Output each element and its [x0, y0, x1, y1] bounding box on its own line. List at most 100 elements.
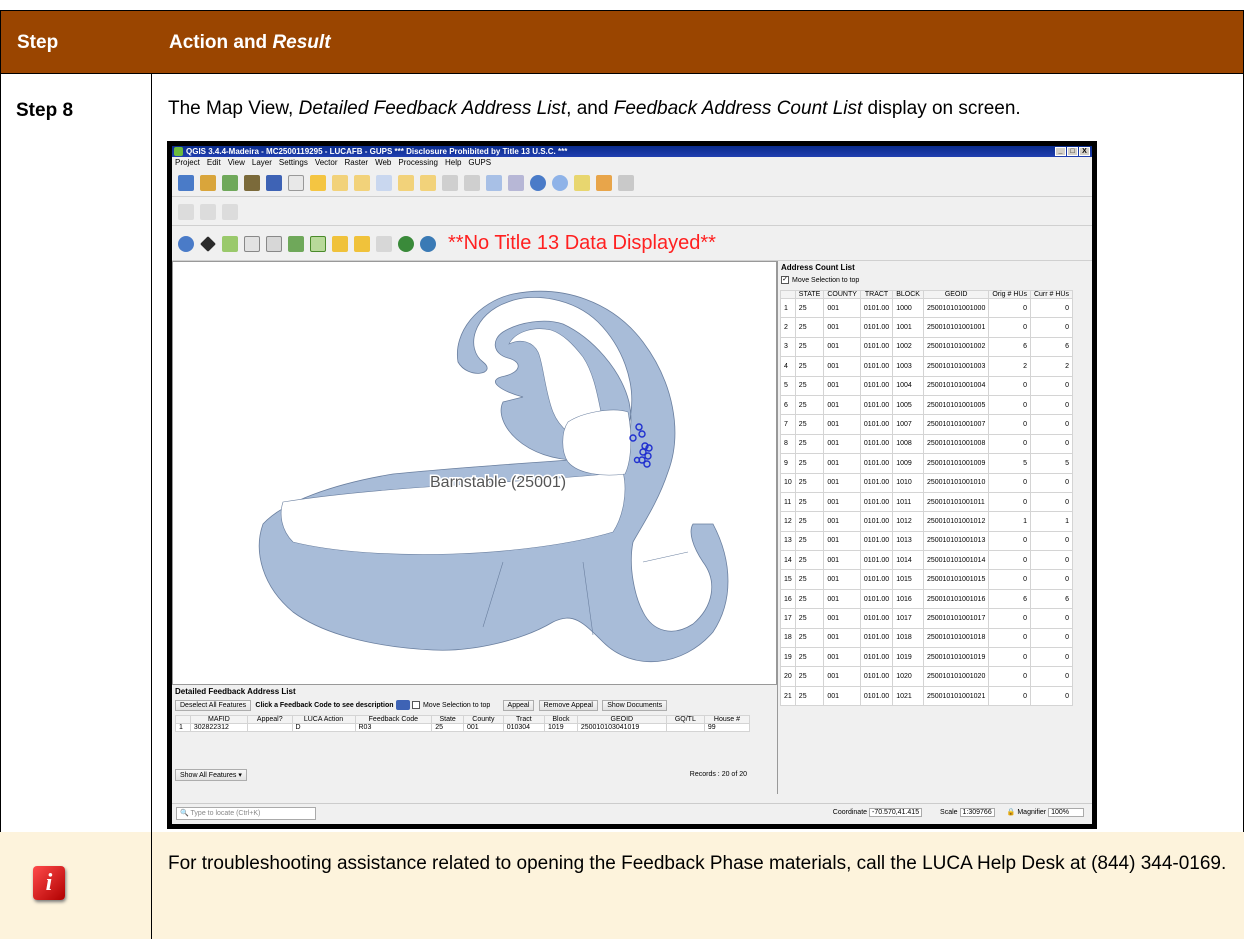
- show-documents-button[interactable]: Show Documents: [602, 700, 668, 712]
- edit-icon[interactable]: [244, 174, 260, 191]
- rotate-icon[interactable]: [222, 203, 238, 220]
- table-row[interactable]: 15 25 001 0101.00 1015 250010101001015 0 0: [780, 569, 1073, 590]
- globe-icon[interactable]: [398, 235, 414, 252]
- menu-edit[interactable]: Edit: [207, 157, 221, 168]
- count-list-move-selection[interactable]: ✓ Move Selection to top: [778, 274, 1092, 286]
- count-col-header[interactable]: GEOID: [922, 290, 990, 299]
- menu-vector[interactable]: Vector: [315, 157, 338, 168]
- checkbox-checked-icon[interactable]: ✓: [781, 276, 789, 284]
- table-row[interactable]: 20 25 001 0101.00 1020 250010101001020 0 0: [780, 666, 1073, 687]
- menu-layer[interactable]: Layer: [252, 157, 272, 168]
- add-globe-icon[interactable]: [420, 235, 436, 252]
- zoom-selection-icon[interactable]: [398, 174, 414, 191]
- zoom-full-icon[interactable]: [376, 174, 392, 191]
- export-icon[interactable]: [332, 235, 348, 252]
- count-col-header[interactable]: Orig # HUs: [988, 290, 1031, 299]
- detail-col-header[interactable]: House #: [703, 715, 751, 725]
- coordinate-field[interactable]: -70.570,41.415: [868, 808, 923, 817]
- zoom-layer-icon[interactable]: [420, 174, 436, 191]
- check-icon[interactable]: [310, 235, 326, 252]
- table-row[interactable]: 8 25 001 0101.00 1008 250010101001008 0 0: [780, 433, 1073, 455]
- close-button[interactable]: X: [1079, 147, 1090, 156]
- identify-icon[interactable]: [552, 174, 568, 191]
- table-row[interactable]: 19 25 001 0101.00 1019 250010101001019 0 0: [780, 647, 1073, 668]
- show-all-features-dropdown[interactable]: Show All Features ▾: [175, 769, 247, 781]
- remove-appeal-button[interactable]: Remove Appeal: [538, 700, 598, 712]
- zoom-out-icon[interactable]: [354, 174, 370, 191]
- save-project-icon[interactable]: [178, 174, 194, 191]
- map-canvas[interactable]: Barnstable (25001): [172, 261, 777, 685]
- table-row[interactable]: 1 25 001 0101.00 1000 250010101001000 0 0: [780, 297, 1073, 319]
- new-map-view-icon[interactable]: [508, 174, 524, 191]
- zoom-last-icon[interactable]: [442, 174, 458, 191]
- table-row[interactable]: 14 25 001 0101.00 1014 250010101001014 0 0: [780, 550, 1073, 571]
- count-col-header[interactable]: Curr # HUs: [1029, 290, 1073, 299]
- count-col-header[interactable]: [780, 290, 796, 299]
- table-row[interactable]: 21 25 001 0101.00 1021 250010101001021 0 0: [780, 685, 1073, 707]
- count-col-header[interactable]: STATE: [794, 290, 825, 299]
- menu-raster[interactable]: Raster: [345, 157, 369, 168]
- detail-col-header[interactable]: Block: [544, 715, 578, 725]
- detail-col-header[interactable]: State: [431, 715, 465, 725]
- copy-icon[interactable]: [266, 235, 282, 252]
- menu-view[interactable]: View: [228, 157, 245, 168]
- table-row[interactable]: 5 25 001 0101.00 1004 250010101001004 0 0: [780, 375, 1073, 396]
- table-row[interactable]: 3 25 001 0101.00 1002 250010101001002 6 6: [780, 336, 1073, 358]
- refresh-icon[interactable]: [530, 174, 546, 191]
- attribute-table-icon[interactable]: [574, 174, 590, 191]
- detail-col-header[interactable]: LUCA Action: [291, 715, 356, 725]
- count-col-header[interactable]: TRACT: [859, 290, 894, 299]
- detail-col-header[interactable]: Appeal?: [247, 715, 293, 725]
- vertex-tool-icon[interactable]: [200, 203, 216, 220]
- count-col-header[interactable]: BLOCK: [892, 290, 924, 299]
- table-row[interactable]: 17 25 001 0101.00 1017 250010101001017 0 0: [780, 608, 1073, 629]
- detail-col-header[interactable]: [175, 715, 191, 725]
- list-icon[interactable]: [244, 235, 260, 252]
- minimize-button[interactable]: _: [1055, 147, 1066, 156]
- table-row[interactable]: 1 302822312 D R03 25 001 010304 1019 25001010304…: [175, 723, 751, 733]
- add-layer-icon[interactable]: [200, 174, 216, 191]
- select-icon[interactable]: [266, 174, 282, 191]
- appeal-button[interactable]: Appeal: [502, 700, 535, 712]
- table-row[interactable]: 10 25 001 0101.00 1010 250010101001010 0 0: [780, 472, 1073, 493]
- menu-project[interactable]: Project: [175, 157, 200, 168]
- tag-icon[interactable]: [200, 235, 216, 252]
- gups-a-icon[interactable]: [178, 235, 194, 252]
- zoom-in-icon[interactable]: [332, 174, 348, 191]
- detail-col-header[interactable]: Tract: [502, 715, 546, 725]
- table-row[interactable]: 9 25 001 0101.00 1009 250010101001009 5 5: [780, 453, 1073, 474]
- measure-icon[interactable]: [618, 174, 634, 191]
- table-row[interactable]: 2 25 001 0101.00 1001 250010101001001 0 0: [780, 317, 1073, 338]
- table-row[interactable]: 12 25 001 0101.00 1012 250010101001012 1 1: [780, 511, 1073, 532]
- pan-to-selection-icon[interactable]: [310, 174, 326, 191]
- table-icon[interactable]: [222, 235, 238, 252]
- magnifier-field[interactable]: 100%: [1048, 808, 1084, 817]
- scale-field[interactable]: 1:309766: [959, 808, 995, 817]
- zoom-next-icon[interactable]: [464, 174, 480, 191]
- table-row[interactable]: 11 25 001 0101.00 1011 250010101001011 0 0: [780, 491, 1073, 513]
- import-icon[interactable]: [354, 235, 370, 252]
- table-row[interactable]: 13 25 001 0101.00 1013 250010101001013 0 0: [780, 530, 1073, 552]
- detail-col-header[interactable]: MAFID: [189, 715, 249, 725]
- menu-help[interactable]: Help: [445, 157, 461, 168]
- detail-col-header[interactable]: Feedback Code: [354, 715, 433, 725]
- menu-web[interactable]: Web: [375, 157, 391, 168]
- detail-col-header[interactable]: GQ/TL: [665, 715, 705, 725]
- menu-processing[interactable]: Processing: [398, 157, 438, 168]
- digitize-icon[interactable]: [178, 203, 194, 220]
- vector-layer-icon[interactable]: [222, 174, 238, 191]
- move-selection-checkbox[interactable]: [411, 701, 420, 709]
- table-row[interactable]: 18 25 001 0101.00 1018 250010101001018 0 0: [780, 627, 1073, 649]
- move-icon[interactable]: [376, 235, 392, 252]
- lock-icon[interactable]: 🔒: [1007, 809, 1016, 816]
- deselect-all-button[interactable]: Deselect All Features: [175, 700, 252, 712]
- detail-col-header[interactable]: GEOID: [576, 715, 667, 725]
- menu-gups[interactable]: GUPS: [468, 157, 491, 168]
- count-col-header[interactable]: COUNTY: [823, 290, 861, 299]
- pan-icon[interactable]: [288, 174, 304, 191]
- table-row[interactable]: 4 25 001 0101.00 1003 250010101001003 2 2: [780, 356, 1073, 377]
- table-row[interactable]: 7 25 001 0101.00 1007 250010101001007 0 0: [780, 414, 1073, 435]
- select-by-location-icon[interactable]: [596, 174, 612, 191]
- detail-col-header[interactable]: County: [463, 715, 504, 725]
- color-picker-icon[interactable]: [395, 700, 410, 710]
